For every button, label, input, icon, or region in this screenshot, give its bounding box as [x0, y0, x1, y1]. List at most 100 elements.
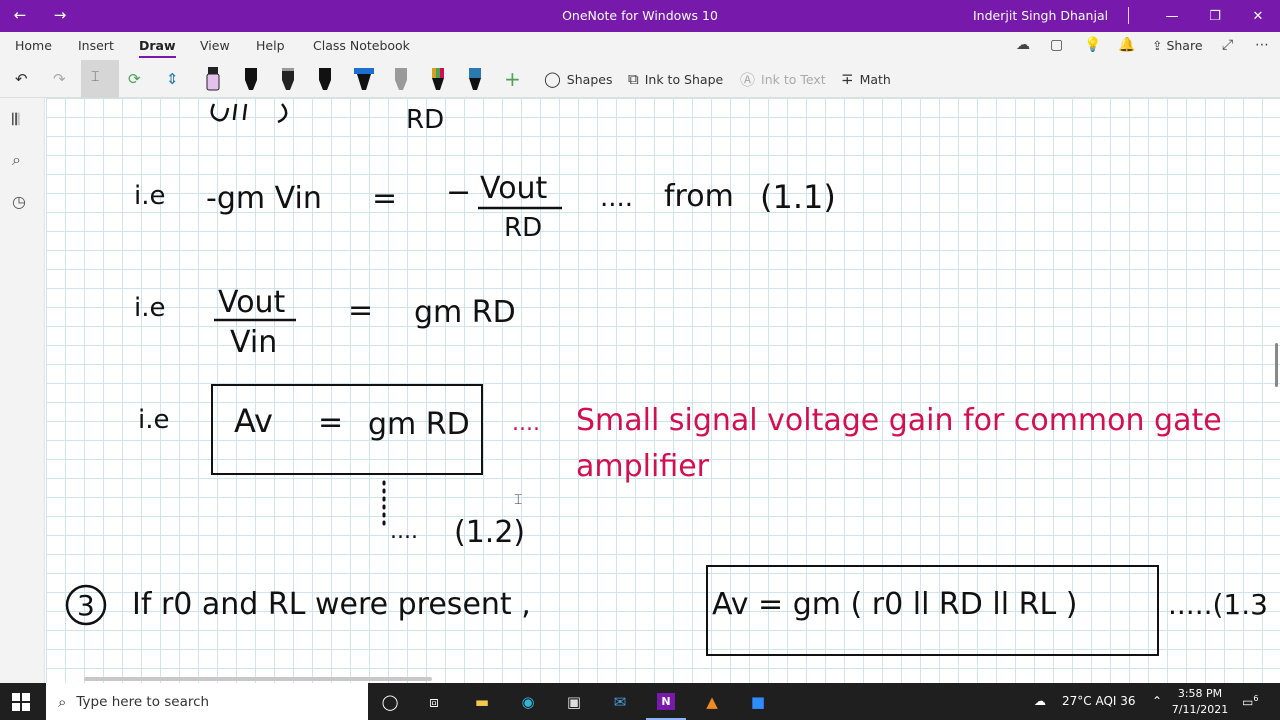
- tab-insert[interactable]: Insert: [78, 38, 114, 53]
- note-canvas[interactable]: RD i.e -gm Vin = − Vout RD .... from (1.…: [46, 98, 1280, 683]
- math-button[interactable]: ∓ Math: [841, 67, 891, 91]
- taskbar-search-placeholder: Type here to search: [76, 693, 210, 710]
- line1-denominator: RD: [504, 213, 542, 243]
- recent-icon[interactable]: ◷: [12, 192, 26, 211]
- ink-to-shape-icon: ⧉: [628, 70, 639, 88]
- minimize-icon[interactable]: —: [1150, 0, 1194, 32]
- text-cursor-icon: ⌶: [514, 492, 523, 508]
- show-hidden-icons-chevron-icon[interactable]: ⌃: [1152, 694, 1162, 708]
- notifications-icon[interactable]: ▭6: [1242, 694, 1258, 709]
- tab-help[interactable]: Help: [256, 38, 285, 53]
- ink-to-shape-button[interactable]: ⧉ Ink to Shape: [628, 67, 723, 91]
- pen-3-icon[interactable]: [280, 66, 296, 92]
- shapes-icon: ◯: [544, 70, 561, 88]
- text-select-icon: ⌶: [91, 69, 100, 85]
- lasso-select-icon[interactable]: ⟳: [128, 67, 147, 91]
- windows-start-icon[interactable]: [12, 693, 30, 711]
- share-icon: ⇪: [1152, 38, 1167, 53]
- line2-denominator: Vin: [230, 325, 277, 360]
- line2-rhs: gm RD: [414, 295, 516, 330]
- pen-1-icon[interactable]: [205, 66, 221, 92]
- line1-equals: =: [372, 181, 397, 216]
- pen-8-icon[interactable]: [467, 66, 483, 92]
- add-space-icon[interactable]: ⇕: [166, 67, 185, 91]
- line2-numerator: Vout: [218, 285, 286, 320]
- type-select-tool[interactable]: ⌶: [81, 60, 119, 98]
- task-view-icon[interactable]: ⧈: [420, 688, 448, 715]
- vertical-scrollbar[interactable]: [1275, 343, 1278, 387]
- notification-count: 6: [1253, 694, 1259, 703]
- page-view-icon[interactable]: ▢: [1050, 37, 1063, 53]
- onenote-icon[interactable]: N: [646, 688, 686, 720]
- line3-ref: (1.2): [454, 515, 525, 550]
- pen-6-icon[interactable]: [393, 66, 409, 92]
- line0-rd: RD: [406, 105, 444, 135]
- clock-time: 3:58 PM: [1177, 687, 1223, 700]
- item-number: 3: [77, 589, 95, 622]
- edge-icon[interactable]: ◉: [514, 688, 542, 715]
- search-icon[interactable]: ⌕: [12, 150, 21, 170]
- taskbar-search[interactable]: ⌕ Type here to search: [46, 683, 368, 720]
- ink-layer: RD i.e -gm Vin = − Vout RD .... from (1.…: [65, 103, 1268, 656]
- math-icon: ∓: [841, 70, 854, 88]
- mail-icon[interactable]: ✉: [606, 688, 634, 715]
- gain-note-line2: amplifier: [576, 449, 710, 484]
- user-name[interactable]: Inderjit Singh Dhanjal: [973, 8, 1108, 23]
- tab-class-notebook[interactable]: Class Notebook: [313, 38, 410, 53]
- ribbon-tabs: Home Insert Draw View Help Class Noteboo…: [0, 32, 1280, 60]
- shapes-button[interactable]: ◯ Shapes: [544, 67, 612, 91]
- line1-lhs: -gm Vin: [206, 181, 322, 216]
- navigation-rail: 𝄃𝄃 ⌕ ◷: [0, 98, 45, 683]
- line3-ref-dots: ....: [390, 519, 418, 544]
- horizontal-scrollbar[interactable]: [84, 677, 432, 681]
- tab-view[interactable]: View: [200, 38, 230, 53]
- store-icon[interactable]: ▣: [560, 688, 588, 715]
- vlc-icon[interactable]: ▲: [698, 688, 726, 715]
- add-pen-icon[interactable]: +: [504, 67, 527, 91]
- line4-text: If r0 and RL were present ,: [132, 587, 531, 622]
- line3-equals: =: [318, 405, 343, 440]
- draw-toolbar: ↶ ↷ ⟳ ⇕ + ◯ Shapes ⧉ Ink to Shape Ⓐ Ink to …: [0, 60, 1280, 98]
- system-clock[interactable]: 3:58 PM 7/11/2021: [1170, 686, 1230, 718]
- pen-5-icon[interactable]: [354, 66, 374, 92]
- notebooks-icon[interactable]: 𝄃𝄃: [12, 110, 19, 130]
- line2-equals: =: [348, 293, 373, 328]
- sync-icon[interactable]: ☁: [1016, 37, 1030, 53]
- ink-stroke-top: [210, 103, 288, 124]
- undo-icon[interactable]: ↶: [15, 67, 34, 91]
- windows-taskbar: ⌕ Type here to search ◯ ⧈ ▬ ◉ ▣ ✉ N ▲ ■ …: [0, 683, 1280, 720]
- tab-home[interactable]: Home: [15, 38, 52, 53]
- close-icon[interactable]: ✕: [1236, 0, 1280, 32]
- more-options-icon[interactable]: ⋯: [1255, 37, 1269, 53]
- weather-info[interactable]: 27°C AQI 36: [1062, 694, 1136, 708]
- cortana-icon[interactable]: ◯: [376, 688, 404, 715]
- line1-dots: ....: [600, 183, 633, 213]
- redo-icon[interactable]: ↷: [53, 67, 72, 91]
- gain-note-line1: Small signal voltage gain for common gat…: [576, 403, 1222, 438]
- expand-icon[interactable]: ⤢: [1222, 37, 1233, 53]
- pen-2-icon[interactable]: [243, 66, 259, 92]
- title-bar: ← → OneNote for Windows 10 Inderjit Sing…: [0, 0, 1280, 32]
- search-icon: ⌕: [58, 692, 67, 711]
- title-divider: [1128, 7, 1129, 24]
- restore-icon[interactable]: ❐: [1193, 0, 1237, 32]
- line1-minus: −: [446, 175, 471, 210]
- line3-av: Av: [234, 402, 273, 440]
- line3-dots: ....: [512, 411, 540, 436]
- line4-ref: .....(1.3: [1168, 588, 1268, 621]
- ink-to-text-button[interactable]: Ⓐ Ink to Text: [740, 67, 826, 91]
- pen-7-icon[interactable]: [430, 66, 446, 92]
- tab-draw[interactable]: Draw: [139, 38, 176, 58]
- zoom-icon[interactable]: ■: [744, 688, 772, 715]
- clock-date: 7/11/2021: [1171, 703, 1229, 716]
- share-button[interactable]: ⇪ Share: [1152, 38, 1203, 53]
- lightbulb-icon[interactable]: 💡: [1084, 37, 1101, 53]
- ink-to-text-icon: Ⓐ: [740, 70, 756, 89]
- line1-numerator: Vout: [480, 171, 548, 206]
- line4-formula: Av = gm ( r0 ll RD ll RL ): [712, 587, 1077, 622]
- weather-icon[interactable]: ☁: [1034, 694, 1046, 708]
- file-explorer-icon[interactable]: ▬: [468, 688, 496, 715]
- line1-ref: (1.1): [760, 178, 836, 216]
- pen-4-icon[interactable]: [317, 66, 333, 92]
- bell-icon[interactable]: 🔔: [1118, 37, 1135, 53]
